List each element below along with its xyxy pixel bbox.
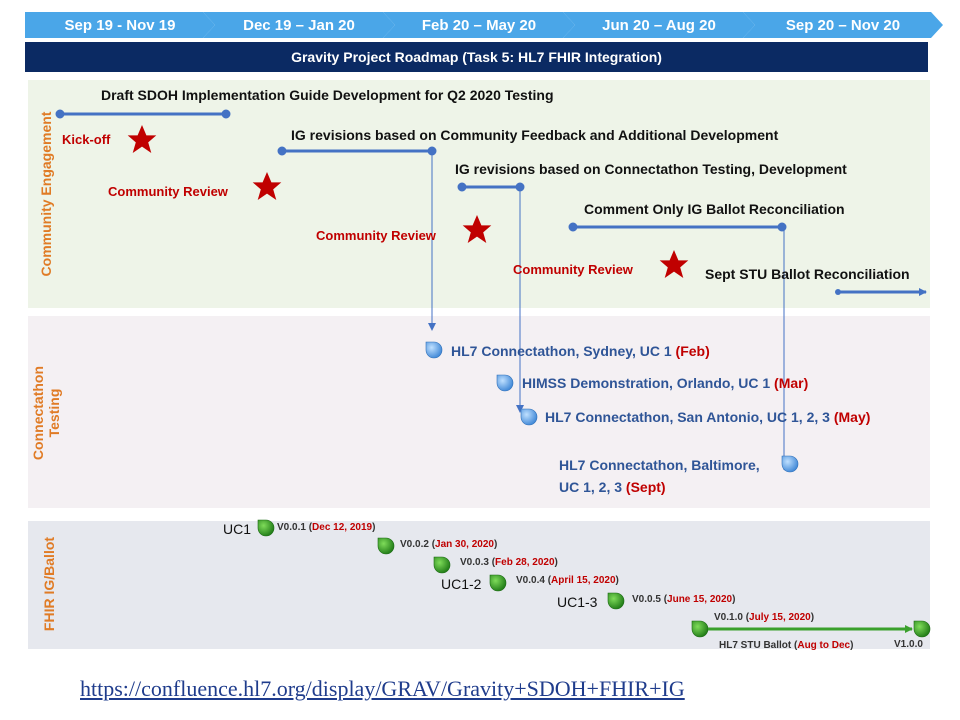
star-review-1 <box>252 172 282 200</box>
ballot-close: ) <box>850 640 854 651</box>
version-close: ) <box>615 575 619 586</box>
version-close: ) <box>493 539 498 550</box>
community-review-label-2: Community Review <box>316 228 436 243</box>
confluence-link[interactable]: https://confluence.hl7.org/display/GRAV/… <box>80 676 685 702</box>
version-close: ) <box>554 557 558 568</box>
community-review-label-1: Community Review <box>108 184 228 199</box>
task-comment-only: Comment Only IG Ballot Reconciliation <box>584 201 845 217</box>
version-v005: V0.0.5 (June 15, 2020) <box>632 594 735 605</box>
event-when: (Mar) <box>774 375 809 391</box>
event-text: HIMSS Demonstration, Orlando, UC 1 <box>522 375 775 391</box>
drop-icon-baltimore <box>781 455 799 473</box>
version-number: V0.0.2 ( <box>400 539 436 550</box>
version-close: ) <box>732 594 736 605</box>
drop-icon-san-antonio <box>520 408 538 426</box>
star-review-3 <box>659 250 689 278</box>
drop-icon-sydney <box>425 341 443 359</box>
leaf-icon-v004 <box>489 574 507 592</box>
version-v001: V0.0.1 (Dec 12, 2019) <box>277 522 375 533</box>
star-kickoff <box>127 125 157 153</box>
version-v100: V1.0.0 <box>894 639 923 650</box>
version-date: Feb 28, 2020 <box>495 557 555 568</box>
event-san-antonio: HL7 Connectathon, San Antonio, UC 1, 2, … <box>545 406 870 428</box>
event-when: (Feb) <box>675 343 710 359</box>
leaf-icon-v003 <box>433 556 451 574</box>
version-v002: V0.0.2 (Jan 30, 2020) <box>400 539 497 550</box>
version-number: V0.0.4 ( <box>516 575 552 586</box>
task-sept-stu: Sept STU Ballot Reconciliation <box>705 266 910 282</box>
event-when: (May) <box>833 409 871 425</box>
version-number: V0.0.3 ( <box>460 557 496 568</box>
star-review-2 <box>462 215 492 243</box>
event-text: HL7 Connectathon, Sydney, UC 1 <box>451 343 676 359</box>
task-draft: Draft SDOH Implementation Guide Developm… <box>101 87 554 103</box>
uc-label-uc1-3: UC1-3 <box>557 594 598 610</box>
leaf-icon-v001 <box>257 519 275 537</box>
event-when: (Sept) <box>625 479 666 495</box>
event-text: HL7 Connectathon, Baltimore, <box>559 457 760 473</box>
leaf-icon-v002 <box>377 537 395 555</box>
event-baltimore: HL7 Connectathon, Baltimore, UC 1, 2, 3 … <box>559 454 760 498</box>
version-v010: V0.1.0 (July 15, 2020) <box>714 612 814 623</box>
uc-label-uc1: UC1 <box>223 521 252 537</box>
version-date: Jan 30, 2020 <box>435 539 494 550</box>
task-ig-feedback: IG revisions based on Community Feedback… <box>291 127 779 143</box>
leaf-icon-v100 <box>913 620 931 638</box>
version-v003: V0.0.3 (Feb 28, 2020) <box>460 557 558 568</box>
event-orlando: HIMSS Demonstration, Orlando, UC 1 (Mar) <box>522 372 808 394</box>
version-close: ) <box>810 612 815 623</box>
version-number: V0.0.1 ( <box>277 522 313 533</box>
ballot-when: Aug to Dec <box>797 640 851 651</box>
event-text: HL7 Connectathon, San Antonio, UC 1, 2, … <box>545 409 834 425</box>
task-ig-connectathon: IG revisions based on Connectathon Testi… <box>455 161 847 177</box>
community-review-label-3: Community Review <box>513 262 633 277</box>
version-date: June 15, 2020 <box>667 594 733 605</box>
drop-icon-orlando <box>496 374 514 392</box>
ballot-text: HL7 STU Ballot ( <box>719 640 798 651</box>
leaf-icon-v010 <box>691 620 709 638</box>
version-v004: V0.0.4 (April 15, 2020) <box>516 575 619 586</box>
uc-label-uc1-2: UC1-2 <box>441 576 482 592</box>
version-number: V0.1.0 ( <box>714 612 750 623</box>
version-date: April 15, 2020 <box>551 575 616 586</box>
kickoff-label: Kick-off <box>62 132 111 147</box>
event-text-line2: UC 1, 2, 3 <box>559 479 626 495</box>
ballot-label: HL7 STU Ballot (Aug to Dec) <box>719 640 853 651</box>
event-sydney: HL7 Connectathon, Sydney, UC 1 (Feb) <box>451 340 710 362</box>
version-date: July 15, 2020 <box>749 612 811 623</box>
version-close: ) <box>372 522 376 533</box>
leaf-icon-v005 <box>607 592 625 610</box>
version-date: Dec 12, 2019 <box>312 522 373 533</box>
version-number: V0.0.5 ( <box>632 594 668 605</box>
